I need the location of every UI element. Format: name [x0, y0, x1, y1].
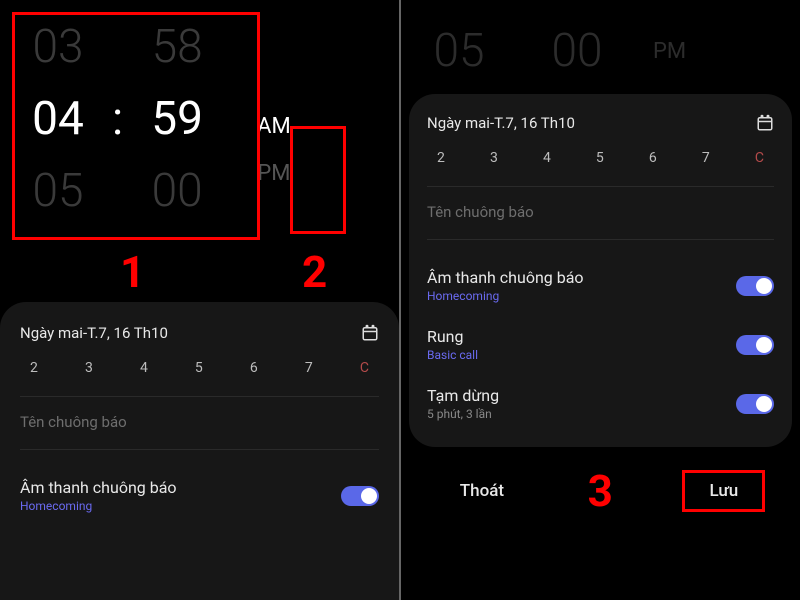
day-2[interactable]: 2 [30, 360, 38, 376]
weekday-selector[interactable]: 2 3 4 5 6 7 C [427, 150, 774, 166]
day-4[interactable]: 4 [543, 150, 551, 166]
cancel-button[interactable]: Thoát [436, 473, 528, 509]
alarm-date: Ngày mai-T.7, 16 Th10 [427, 114, 575, 132]
day-7[interactable]: 7 [702, 150, 710, 166]
annotation-label-1: 1 [120, 246, 145, 298]
minute-display: 00 [537, 24, 617, 78]
alarm-settings-card: Ngày mai-T.7, 16 Th10 2 3 4 5 6 7 C Tên … [0, 302, 399, 600]
calendar-icon[interactable] [361, 324, 379, 342]
annotation-box-1 [12, 12, 260, 240]
right-screenshot: 05 00 PM Ngày mai-T.7, 16 Th10 2 3 4 5 6… [401, 0, 800, 600]
save-button[interactable]: Lưu [682, 470, 765, 512]
day-2[interactable]: 2 [437, 150, 445, 166]
day-c[interactable]: C [755, 150, 764, 166]
footer-actions: Thoát 3 Lưu [401, 447, 800, 531]
alarm-sound-row[interactable]: Âm thanh chuông báo Homecoming [20, 466, 379, 525]
snooze-value: 5 phút, 3 lần [427, 407, 499, 421]
alarm-sound-toggle[interactable] [341, 486, 379, 506]
alarm-sound-toggle[interactable] [736, 276, 774, 296]
alarm-name-input[interactable]: Tên chuông báo [20, 413, 379, 431]
alarm-sound-title: Âm thanh chuông báo [427, 268, 584, 287]
snooze-title: Tạm dừng [427, 386, 499, 405]
day-5[interactable]: 5 [195, 360, 203, 376]
vibration-value: Basic call [427, 348, 478, 362]
day-6[interactable]: 6 [649, 150, 657, 166]
alarm-name-input[interactable]: Tên chuông báo [427, 203, 774, 221]
pm-option[interactable]: PM [257, 161, 290, 186]
left-screenshot: 03 04 05 : 58 59 00 AM PM 1 2 [0, 0, 399, 600]
vibration-toggle[interactable] [736, 335, 774, 355]
calendar-icon[interactable] [756, 114, 774, 132]
alarm-sound-row[interactable]: Âm thanh chuông báo Homecoming [427, 256, 774, 315]
am-option[interactable]: AM [257, 114, 291, 139]
annotation-label-3: 3 [588, 465, 613, 517]
hour-display: 05 [419, 24, 499, 78]
alarm-settings-card: Ngày mai-T.7, 16 Th10 2 3 4 5 6 7 C Tên … [409, 94, 792, 447]
day-3[interactable]: 3 [85, 360, 93, 376]
alarm-date: Ngày mai-T.7, 16 Th10 [20, 324, 168, 342]
ampm-display: PM [653, 39, 686, 64]
ampm-column[interactable]: AM PM [257, 52, 291, 186]
vibration-title: Rung [427, 327, 478, 346]
day-5[interactable]: 5 [596, 150, 604, 166]
annotation-box-2 [290, 126, 346, 234]
alarm-sound-value: Homecoming [427, 289, 584, 303]
snooze-toggle[interactable] [736, 394, 774, 414]
alarm-sound-title: Âm thanh chuông báo [20, 478, 177, 497]
vibration-row[interactable]: Rung Basic call [427, 315, 774, 374]
day-7[interactable]: 7 [305, 360, 313, 376]
time-picker-collapsed[interactable]: 05 00 PM [401, 0, 800, 84]
day-c[interactable]: C [360, 360, 369, 376]
alarm-sound-value: Homecoming [20, 499, 177, 513]
snooze-row[interactable]: Tạm dừng 5 phút, 3 lần [427, 374, 774, 433]
time-picker[interactable]: 03 04 05 : 58 59 00 AM PM 1 2 [0, 0, 399, 230]
day-6[interactable]: 6 [250, 360, 258, 376]
annotation-label-2: 2 [302, 246, 327, 298]
weekday-selector[interactable]: 2 3 4 5 6 7 C [20, 360, 379, 376]
day-3[interactable]: 3 [490, 150, 498, 166]
day-4[interactable]: 4 [140, 360, 148, 376]
